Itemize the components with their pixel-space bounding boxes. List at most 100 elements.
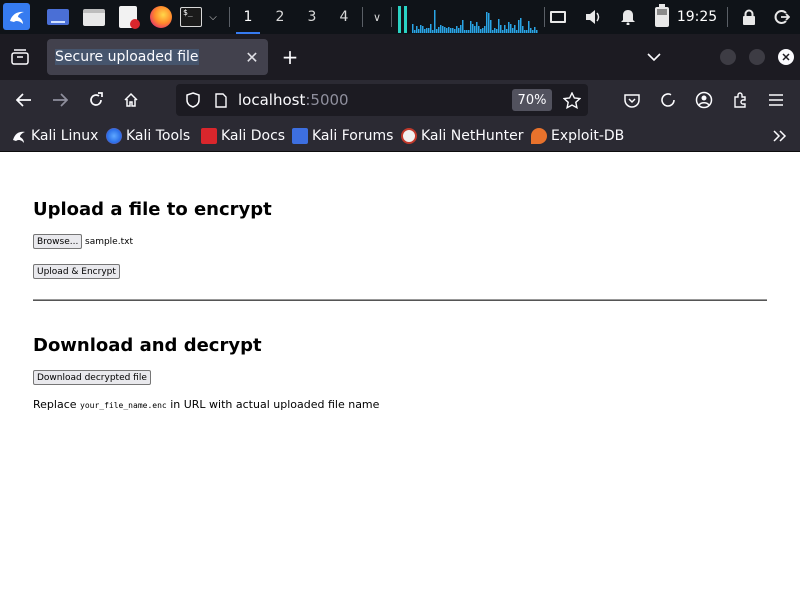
bookmark-star-icon[interactable] bbox=[562, 90, 582, 110]
firefox-view-icon[interactable] bbox=[10, 47, 30, 67]
bookmark-label: Kali Forums bbox=[312, 128, 394, 144]
cpu-graph-bar bbox=[494, 28, 496, 33]
cpu-graph-bar bbox=[468, 30, 470, 33]
cpu-graph-bar bbox=[530, 28, 532, 33]
cpu-graph-bar bbox=[412, 24, 414, 33]
kali-forums-icon bbox=[292, 128, 308, 144]
cpu-graph-bar bbox=[474, 26, 476, 33]
bookmark-kali-forums[interactable]: Kali Forums bbox=[292, 127, 393, 145]
minimize-button[interactable] bbox=[720, 49, 736, 65]
show-desktop-icon[interactable] bbox=[44, 0, 72, 34]
clock[interactable]: 19:25 bbox=[677, 0, 717, 34]
bookmark-exploit-db[interactable]: Exploit-DB bbox=[531, 127, 624, 145]
tab-strip: Secure uploaded file ✕ bbox=[0, 34, 800, 80]
file-manager-icon[interactable] bbox=[80, 0, 108, 34]
firefox-icon[interactable] bbox=[147, 0, 175, 34]
cpu-graph-bar bbox=[436, 29, 438, 33]
note-suffix: in URL with actual uploaded file name bbox=[166, 398, 380, 411]
cpu-graph-bar bbox=[418, 29, 420, 33]
kali-tools-icon bbox=[106, 128, 122, 144]
cpu-graph-bar bbox=[514, 25, 516, 33]
cpu-graph-bar bbox=[416, 26, 418, 33]
cpu-graph-bar bbox=[450, 28, 452, 33]
shield-icon[interactable] bbox=[184, 91, 202, 109]
bookmark-label: Kali Docs bbox=[221, 128, 286, 144]
bookmark-kali-nethunter[interactable]: Kali NetHunter bbox=[401, 127, 523, 145]
home-icon[interactable] bbox=[119, 88, 143, 112]
chevron-down-icon[interactable]: ⌵ bbox=[205, 0, 221, 34]
divider bbox=[33, 299, 767, 301]
cpu-graph-bar bbox=[476, 22, 478, 33]
account-icon[interactable] bbox=[692, 88, 716, 112]
url-bar[interactable]: localhost:5000 70% bbox=[176, 84, 588, 116]
cpu-graph-bar bbox=[524, 30, 526, 33]
cpu-graph-bar bbox=[428, 28, 430, 33]
kali-nethunter-icon bbox=[401, 128, 417, 144]
zoom-level[interactable]: 70% bbox=[512, 89, 552, 111]
close-icon[interactable]: ✕ bbox=[242, 47, 262, 67]
bookmark-kali-docs[interactable]: Kali Docs bbox=[201, 127, 285, 145]
sync-icon[interactable] bbox=[656, 88, 680, 112]
cpu-graph-bar bbox=[506, 29, 508, 33]
cpu-graph-bar bbox=[452, 28, 454, 33]
cpu-graph-bar bbox=[464, 30, 466, 33]
workspace-2[interactable]: 2 bbox=[266, 0, 294, 34]
list-all-tabs-icon[interactable] bbox=[644, 47, 664, 67]
tab-secure-uploaded-file[interactable]: Secure uploaded file ✕ bbox=[47, 39, 268, 75]
cpu-graph-bar bbox=[496, 29, 498, 33]
cpu-graph-bar bbox=[438, 27, 440, 33]
cpu-graph-bar bbox=[498, 19, 500, 33]
cpu-graph-bar bbox=[500, 25, 502, 33]
pocket-icon[interactable] bbox=[620, 88, 644, 112]
chevron-down-icon[interactable]: ∨ bbox=[368, 0, 386, 34]
kali-menu-button[interactable] bbox=[3, 3, 30, 30]
back-arrow-icon[interactable] bbox=[12, 88, 36, 112]
cpu-graph-bar bbox=[424, 29, 426, 33]
kali-dragon-icon bbox=[13, 131, 25, 143]
battery-icon[interactable] bbox=[651, 0, 673, 34]
text-editor-icon[interactable] bbox=[114, 0, 142, 34]
workspace-4[interactable]: 4 bbox=[330, 0, 358, 34]
note-prefix: Replace bbox=[33, 398, 81, 411]
page-icon[interactable] bbox=[212, 91, 230, 109]
cpu-graph-bar bbox=[440, 25, 442, 33]
bookmark-kali-linux[interactable]: Kali Linux bbox=[11, 127, 98, 145]
forward-arrow-icon[interactable] bbox=[48, 88, 72, 112]
cpu-graph-bar bbox=[492, 30, 494, 33]
new-tab-button[interactable]: + bbox=[279, 45, 301, 69]
cpu-graph-bar bbox=[414, 30, 416, 33]
url-text[interactable]: localhost:5000 bbox=[238, 91, 349, 109]
panel-separator bbox=[362, 7, 363, 27]
notification-bell-icon[interactable] bbox=[617, 0, 639, 34]
maximize-button[interactable] bbox=[749, 49, 765, 65]
cpu-graph-bar bbox=[534, 27, 536, 33]
volume-icon[interactable] bbox=[582, 0, 604, 34]
workspace-3[interactable]: 3 bbox=[298, 0, 326, 34]
upload-encrypt-button[interactable]: Upload & Encrypt bbox=[33, 264, 120, 279]
screen-icon[interactable] bbox=[547, 0, 569, 34]
page-content: Upload a file to encrypt Browse... sampl… bbox=[0, 152, 800, 600]
cpu-graph-bar bbox=[472, 24, 474, 33]
more-bookmarks-chevron-icon[interactable] bbox=[770, 127, 790, 145]
workspace-1[interactable]: 1 bbox=[234, 0, 262, 34]
cpu-graph-bar bbox=[470, 21, 472, 33]
terminal-icon[interactable]: $_ bbox=[178, 0, 204, 34]
reload-icon[interactable] bbox=[84, 88, 108, 112]
download-heading: Download and decrypt bbox=[33, 335, 262, 356]
bookmark-kali-tools[interactable]: Kali Tools bbox=[106, 127, 190, 145]
cpu-graph-bar bbox=[522, 26, 524, 33]
logout-icon[interactable] bbox=[771, 0, 793, 34]
cpu-graph-bar bbox=[516, 30, 518, 33]
bookmarks-toolbar: Kali Linux Kali Tools Kali Docs Kali For… bbox=[0, 120, 800, 152]
close-window-button[interactable] bbox=[778, 49, 794, 65]
panel-separator bbox=[727, 7, 728, 27]
cpu-graph-bar bbox=[446, 28, 448, 33]
panel-separator bbox=[544, 7, 545, 27]
cpu-graph-bar bbox=[490, 20, 492, 33]
extensions-icon[interactable] bbox=[728, 88, 752, 112]
browse-button[interactable]: Browse... bbox=[33, 234, 83, 249]
download-decrypted-button[interactable]: Download decrypted file bbox=[33, 370, 151, 385]
bookmark-label: Kali NetHunter bbox=[421, 128, 524, 144]
lock-icon[interactable] bbox=[738, 0, 760, 34]
hamburger-menu-icon[interactable] bbox=[764, 88, 788, 112]
